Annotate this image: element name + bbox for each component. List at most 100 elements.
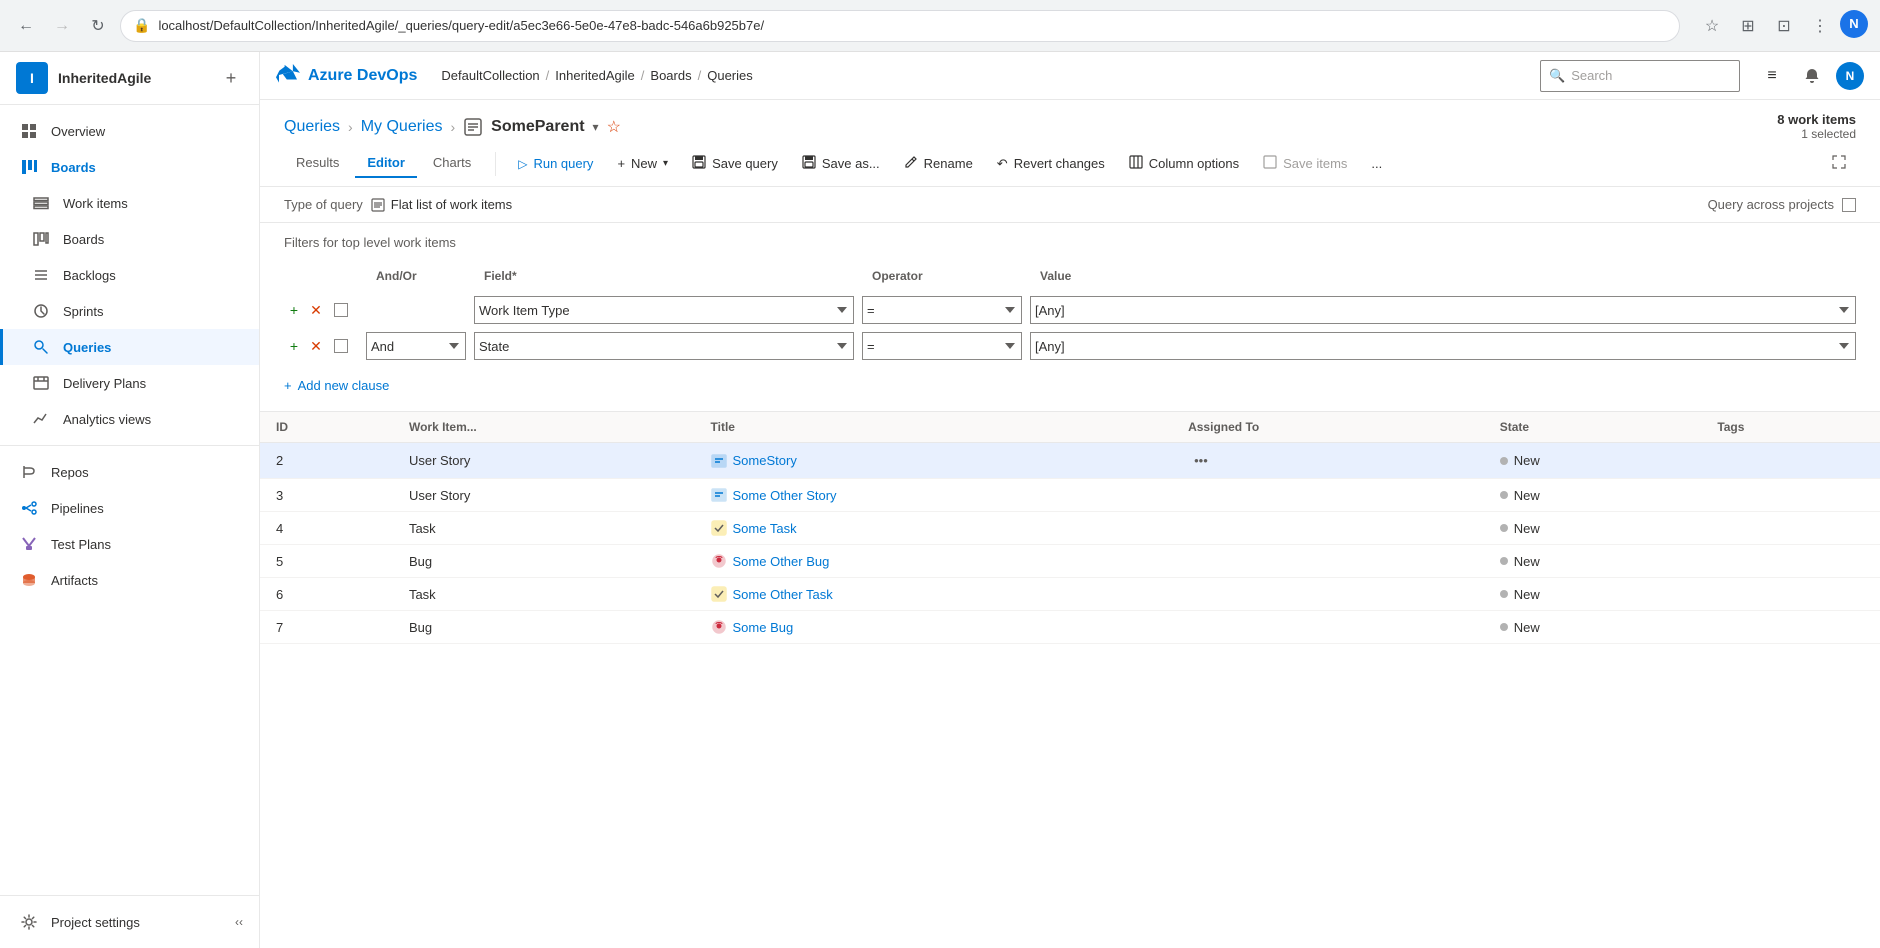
sidebar-item-boards-sub[interactable]: Boards <box>0 221 259 257</box>
state-value: New <box>1514 554 1540 569</box>
state-dot <box>1500 590 1508 598</box>
filter-del-btn-1[interactable]: ✕ <box>306 336 326 356</box>
tab-results[interactable]: Results <box>284 149 351 178</box>
forward-button[interactable]: → <box>48 12 76 40</box>
col-title[interactable]: Title <box>695 412 1173 443</box>
save-as-button[interactable]: Save as... <box>792 150 890 177</box>
work-item-link[interactable]: Some Bug <box>711 619 1157 635</box>
type-of-query: Type of query Flat list of work items Qu… <box>260 187 1880 223</box>
breadcrumb-item-2[interactable]: Boards <box>650 68 691 83</box>
add-clause-button[interactable]: + Add new clause <box>284 372 389 399</box>
more-menu-button[interactable]: ⋮ <box>1804 10 1836 42</box>
sidebar-item-repos[interactable]: Repos <box>0 454 259 490</box>
sidebar-item-artifacts[interactable]: Artifacts <box>0 562 259 598</box>
cell-title: Some Bug <box>695 611 1173 644</box>
work-item-link[interactable]: SomeStory <box>711 453 1157 469</box>
new-button[interactable]: + New ▾ <box>607 151 678 176</box>
page-breadcrumb-my-queries[interactable]: My Queries <box>361 118 443 136</box>
azure-devops-icon <box>276 64 300 88</box>
table-row[interactable]: 4 Task Some Task New <box>260 512 1880 545</box>
col-work-item-type[interactable]: Work Item... <box>393 412 695 443</box>
col-state[interactable]: State <box>1484 412 1702 443</box>
sidebar-item-pipelines[interactable]: Pipelines <box>0 490 259 526</box>
column-options-icon <box>1129 155 1143 172</box>
table-row[interactable]: 5 Bug Some Other Bug New <box>260 545 1880 578</box>
page-breadcrumb-queries[interactable]: Queries <box>284 118 340 136</box>
save-query-button[interactable]: Save query <box>682 150 788 177</box>
page-title-chevron[interactable]: ▾ <box>593 120 599 134</box>
work-item-link[interactable]: Some Other Task <box>711 586 1157 602</box>
filter-op-select-1[interactable]: = != In Not In <box>862 332 1022 360</box>
sidebar-item-work-items[interactable]: Work items <box>0 185 259 221</box>
filter-andor-select-1[interactable]: And Or <box>366 332 466 360</box>
col-assigned-to[interactable]: Assigned To <box>1172 412 1484 443</box>
search-bar[interactable]: 🔍 Search <box>1540 60 1740 92</box>
filter-val-select-1[interactable]: [Any] New Active Resolved Closed <box>1030 332 1856 360</box>
browser-chrome: ← → ↻ 🔒 localhost/DefaultCollection/Inhe… <box>0 0 1880 52</box>
filter-add-btn-1[interactable]: + <box>284 336 304 356</box>
breadcrumb-item-3[interactable]: Queries <box>707 68 753 83</box>
revert-icon: ↶ <box>997 156 1008 172</box>
sidebar-item-label-queries: Queries <box>63 340 111 355</box>
filter-field-select-0[interactable]: Work Item Type State Title Assigned To <box>474 296 854 324</box>
filter-val-select-0[interactable]: [Any] User Story Task Bug Feature Epic <box>1030 296 1856 324</box>
profile-menu-button[interactable]: ⊡ <box>1768 10 1800 42</box>
cell-tags <box>1701 611 1880 644</box>
column-options-button[interactable]: Column options <box>1119 150 1249 177</box>
filter-del-btn-0[interactable]: ✕ <box>306 300 326 320</box>
filters-header-row: And/Or Field* Operator Value <box>284 260 1856 292</box>
expand-button[interactable] <box>1822 150 1856 177</box>
table-row[interactable]: 7 Bug Some Bug New <box>260 611 1880 644</box>
browser-profile[interactable]: N <box>1840 10 1868 38</box>
notification-button[interactable] <box>1796 60 1828 92</box>
filter-field-select-1[interactable]: State Work Item Type Title Assigned To <box>474 332 854 360</box>
add-org-button[interactable]: + <box>219 66 243 90</box>
table-row[interactable]: 3 User Story Some Other Story New <box>260 479 1880 512</box>
rename-button[interactable]: Rename <box>894 150 983 177</box>
run-query-button[interactable]: ▷ Run query <box>508 151 603 176</box>
sidebar-item-backlogs[interactable]: Backlogs <box>0 257 259 293</box>
address-bar[interactable]: 🔒 localhost/DefaultCollection/InheritedA… <box>120 10 1680 42</box>
table-row[interactable]: 6 Task Some Other Task New <box>260 578 1880 611</box>
sidebar-item-analytics-views[interactable]: Analytics views <box>0 401 259 437</box>
more-button[interactable]: ... <box>1361 151 1392 176</box>
sidebar-item-test-plans[interactable]: Test Plans <box>0 526 259 562</box>
col-id[interactable]: ID <box>260 412 393 443</box>
sidebar-item-project-settings[interactable]: Project settings ‹‹ <box>0 904 259 940</box>
user-avatar[interactable]: N <box>1836 62 1864 90</box>
row-more-btn[interactable]: ••• <box>1188 451 1214 470</box>
revert-button[interactable]: ↶ Revert changes <box>987 151 1115 177</box>
work-item-link[interactable]: Some Task <box>711 520 1157 536</box>
sidebar-item-overview[interactable]: Overview <box>0 113 259 149</box>
bookmark-button[interactable]: ☆ <box>1696 10 1728 42</box>
sidebar-item-label-overview: Overview <box>51 124 105 139</box>
query-across-checkbox[interactable] <box>1842 198 1856 212</box>
tab-charts[interactable]: Charts <box>421 149 483 178</box>
sidebar-item-queries[interactable]: Queries <box>0 329 259 365</box>
favorite-button[interactable]: ☆ <box>607 117 621 137</box>
breadcrumb-item-0[interactable]: DefaultCollection <box>441 68 539 83</box>
work-item-link[interactable]: Some Other Story <box>711 487 1157 503</box>
breadcrumb-item-1[interactable]: InheritedAgile <box>555 68 635 83</box>
sidebar-item-label-test-plans: Test Plans <box>51 537 111 552</box>
filter-checkbox-0[interactable] <box>334 303 348 317</box>
work-item-link[interactable]: Some Other Bug <box>711 553 1157 569</box>
back-button[interactable]: ← <box>12 12 40 40</box>
save-items-button[interactable]: Save items <box>1253 150 1357 177</box>
layout-button[interactable]: ≡ <box>1756 60 1788 92</box>
filter-checkbox-1[interactable] <box>334 339 348 353</box>
filter-add-btn-0[interactable]: + <box>284 300 304 320</box>
col-tags[interactable]: Tags <box>1701 412 1880 443</box>
azure-devops-logo[interactable]: Azure DevOps <box>276 64 417 88</box>
state-value: New <box>1514 453 1540 468</box>
table-row[interactable]: 2 User Story SomeStory ••• New <box>260 443 1880 479</box>
extensions-button[interactable]: ⊞ <box>1732 10 1764 42</box>
sidebar-item-boards-header[interactable]: Boards <box>0 149 259 185</box>
filter-op-select-0[interactable]: = != In Not In <box>862 296 1022 324</box>
main: Azure DevOps DefaultCollection / Inherit… <box>260 52 1880 948</box>
type-value[interactable]: Flat list of work items <box>371 197 512 212</box>
tab-editor[interactable]: Editor <box>355 149 417 178</box>
reload-button[interactable]: ↻ <box>84 12 112 40</box>
sidebar-item-sprints[interactable]: Sprints <box>0 293 259 329</box>
sidebar-item-delivery-plans[interactable]: Delivery Plans <box>0 365 259 401</box>
